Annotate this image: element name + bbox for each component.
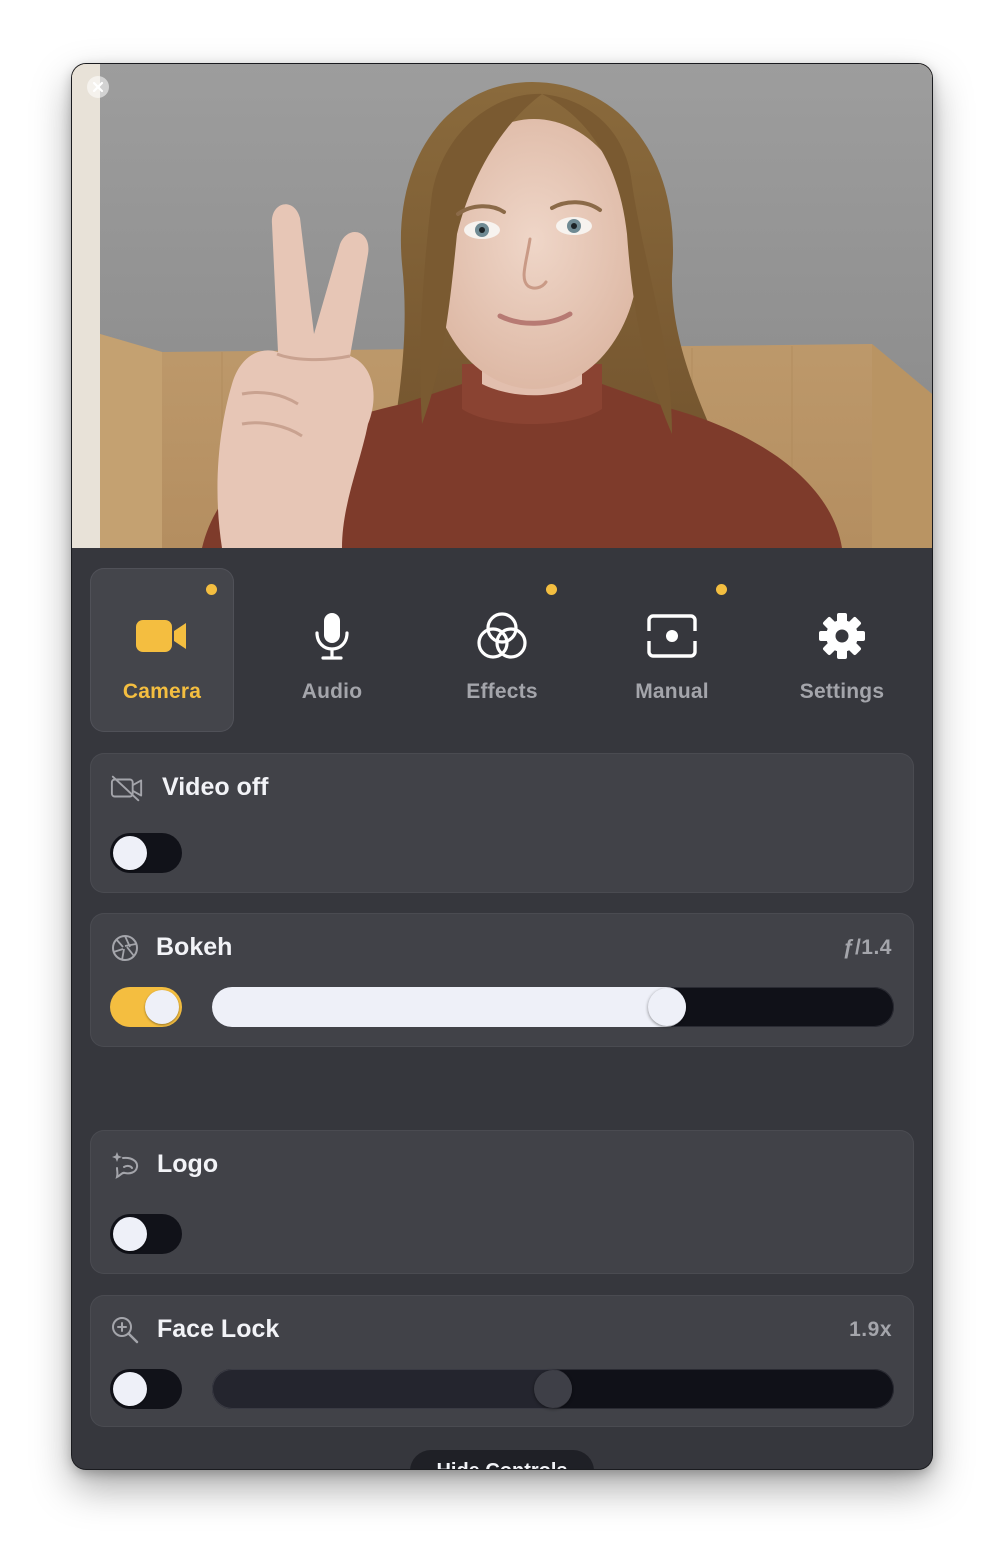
- logo-card: Logo: [90, 1130, 914, 1274]
- close-button[interactable]: [87, 76, 109, 98]
- tab-effects-indicator-dot: [546, 584, 557, 595]
- close-icon: [92, 81, 104, 93]
- logo-title: Logo: [157, 1150, 219, 1178]
- bokeh-value: ƒ/1.4: [842, 936, 892, 959]
- tab-bar: Camera Audio Effects Manual Settings: [90, 568, 914, 732]
- tab-audio[interactable]: Audio: [260, 568, 404, 732]
- tab-manual[interactable]: Manual: [600, 568, 744, 732]
- bokeh-card: Bokeh ƒ/1.4: [90, 913, 914, 1047]
- gear-icon: [814, 610, 870, 662]
- effects-circles-icon: [474, 610, 530, 662]
- face-lock-toggle[interactable]: [110, 1369, 182, 1409]
- tab-settings-label: Settings: [799, 680, 885, 703]
- aperture-icon: [108, 931, 142, 965]
- video-off-icon: [110, 771, 144, 805]
- camera-preview: [72, 64, 932, 548]
- video-off-toggle-knob: [113, 836, 147, 870]
- bokeh-toggle[interactable]: [110, 987, 182, 1027]
- hide-controls-button[interactable]: Hide Controls: [410, 1450, 594, 1469]
- app-window: Camera Audio Effects Manual Settings Vid…: [72, 64, 932, 1469]
- bokeh-slider-fill: [212, 987, 686, 1027]
- tab-settings[interactable]: Settings: [770, 568, 914, 732]
- logo-toggle-knob: [113, 1217, 147, 1251]
- tab-effects[interactable]: Effects: [430, 568, 574, 732]
- video-off-toggle[interactable]: [110, 833, 182, 873]
- logo-sparkle-icon: [108, 1148, 142, 1182]
- face-lock-slider-fill: [212, 1369, 572, 1409]
- manual-frame-icon: [644, 610, 700, 662]
- face-lock-slider-thumb[interactable]: [534, 1370, 572, 1408]
- tab-audio-label: Audio: [301, 680, 363, 703]
- bokeh-toggle-knob: [145, 990, 179, 1024]
- bokeh-title: Bokeh: [156, 933, 233, 961]
- zoom-in-icon: [108, 1313, 142, 1347]
- camera-preview-image: [72, 64, 932, 548]
- controls-panel: Camera Audio Effects Manual Settings Vid…: [72, 548, 932, 1469]
- video-off-title: Video off: [162, 773, 269, 801]
- face-lock-title: Face Lock: [157, 1315, 280, 1343]
- video-camera-icon: [134, 610, 190, 662]
- bokeh-slider[interactable]: [212, 987, 894, 1027]
- tab-camera-indicator-dot: [206, 584, 217, 595]
- face-lock-card: Face Lock 1.9x: [90, 1295, 914, 1427]
- microphone-icon: [304, 610, 360, 662]
- tab-camera[interactable]: Camera: [90, 568, 234, 732]
- face-lock-toggle-knob: [113, 1372, 147, 1406]
- tab-effects-label: Effects: [466, 680, 538, 703]
- tab-manual-indicator-dot: [716, 584, 727, 595]
- tab-camera-label: Camera: [122, 680, 202, 703]
- logo-toggle[interactable]: [110, 1214, 182, 1254]
- tab-manual-label: Manual: [635, 680, 709, 703]
- bokeh-slider-thumb[interactable]: [648, 988, 686, 1026]
- face-lock-value: 1.9x: [849, 1318, 892, 1341]
- video-off-card: Video off: [90, 753, 914, 893]
- face-lock-slider[interactable]: [212, 1369, 894, 1409]
